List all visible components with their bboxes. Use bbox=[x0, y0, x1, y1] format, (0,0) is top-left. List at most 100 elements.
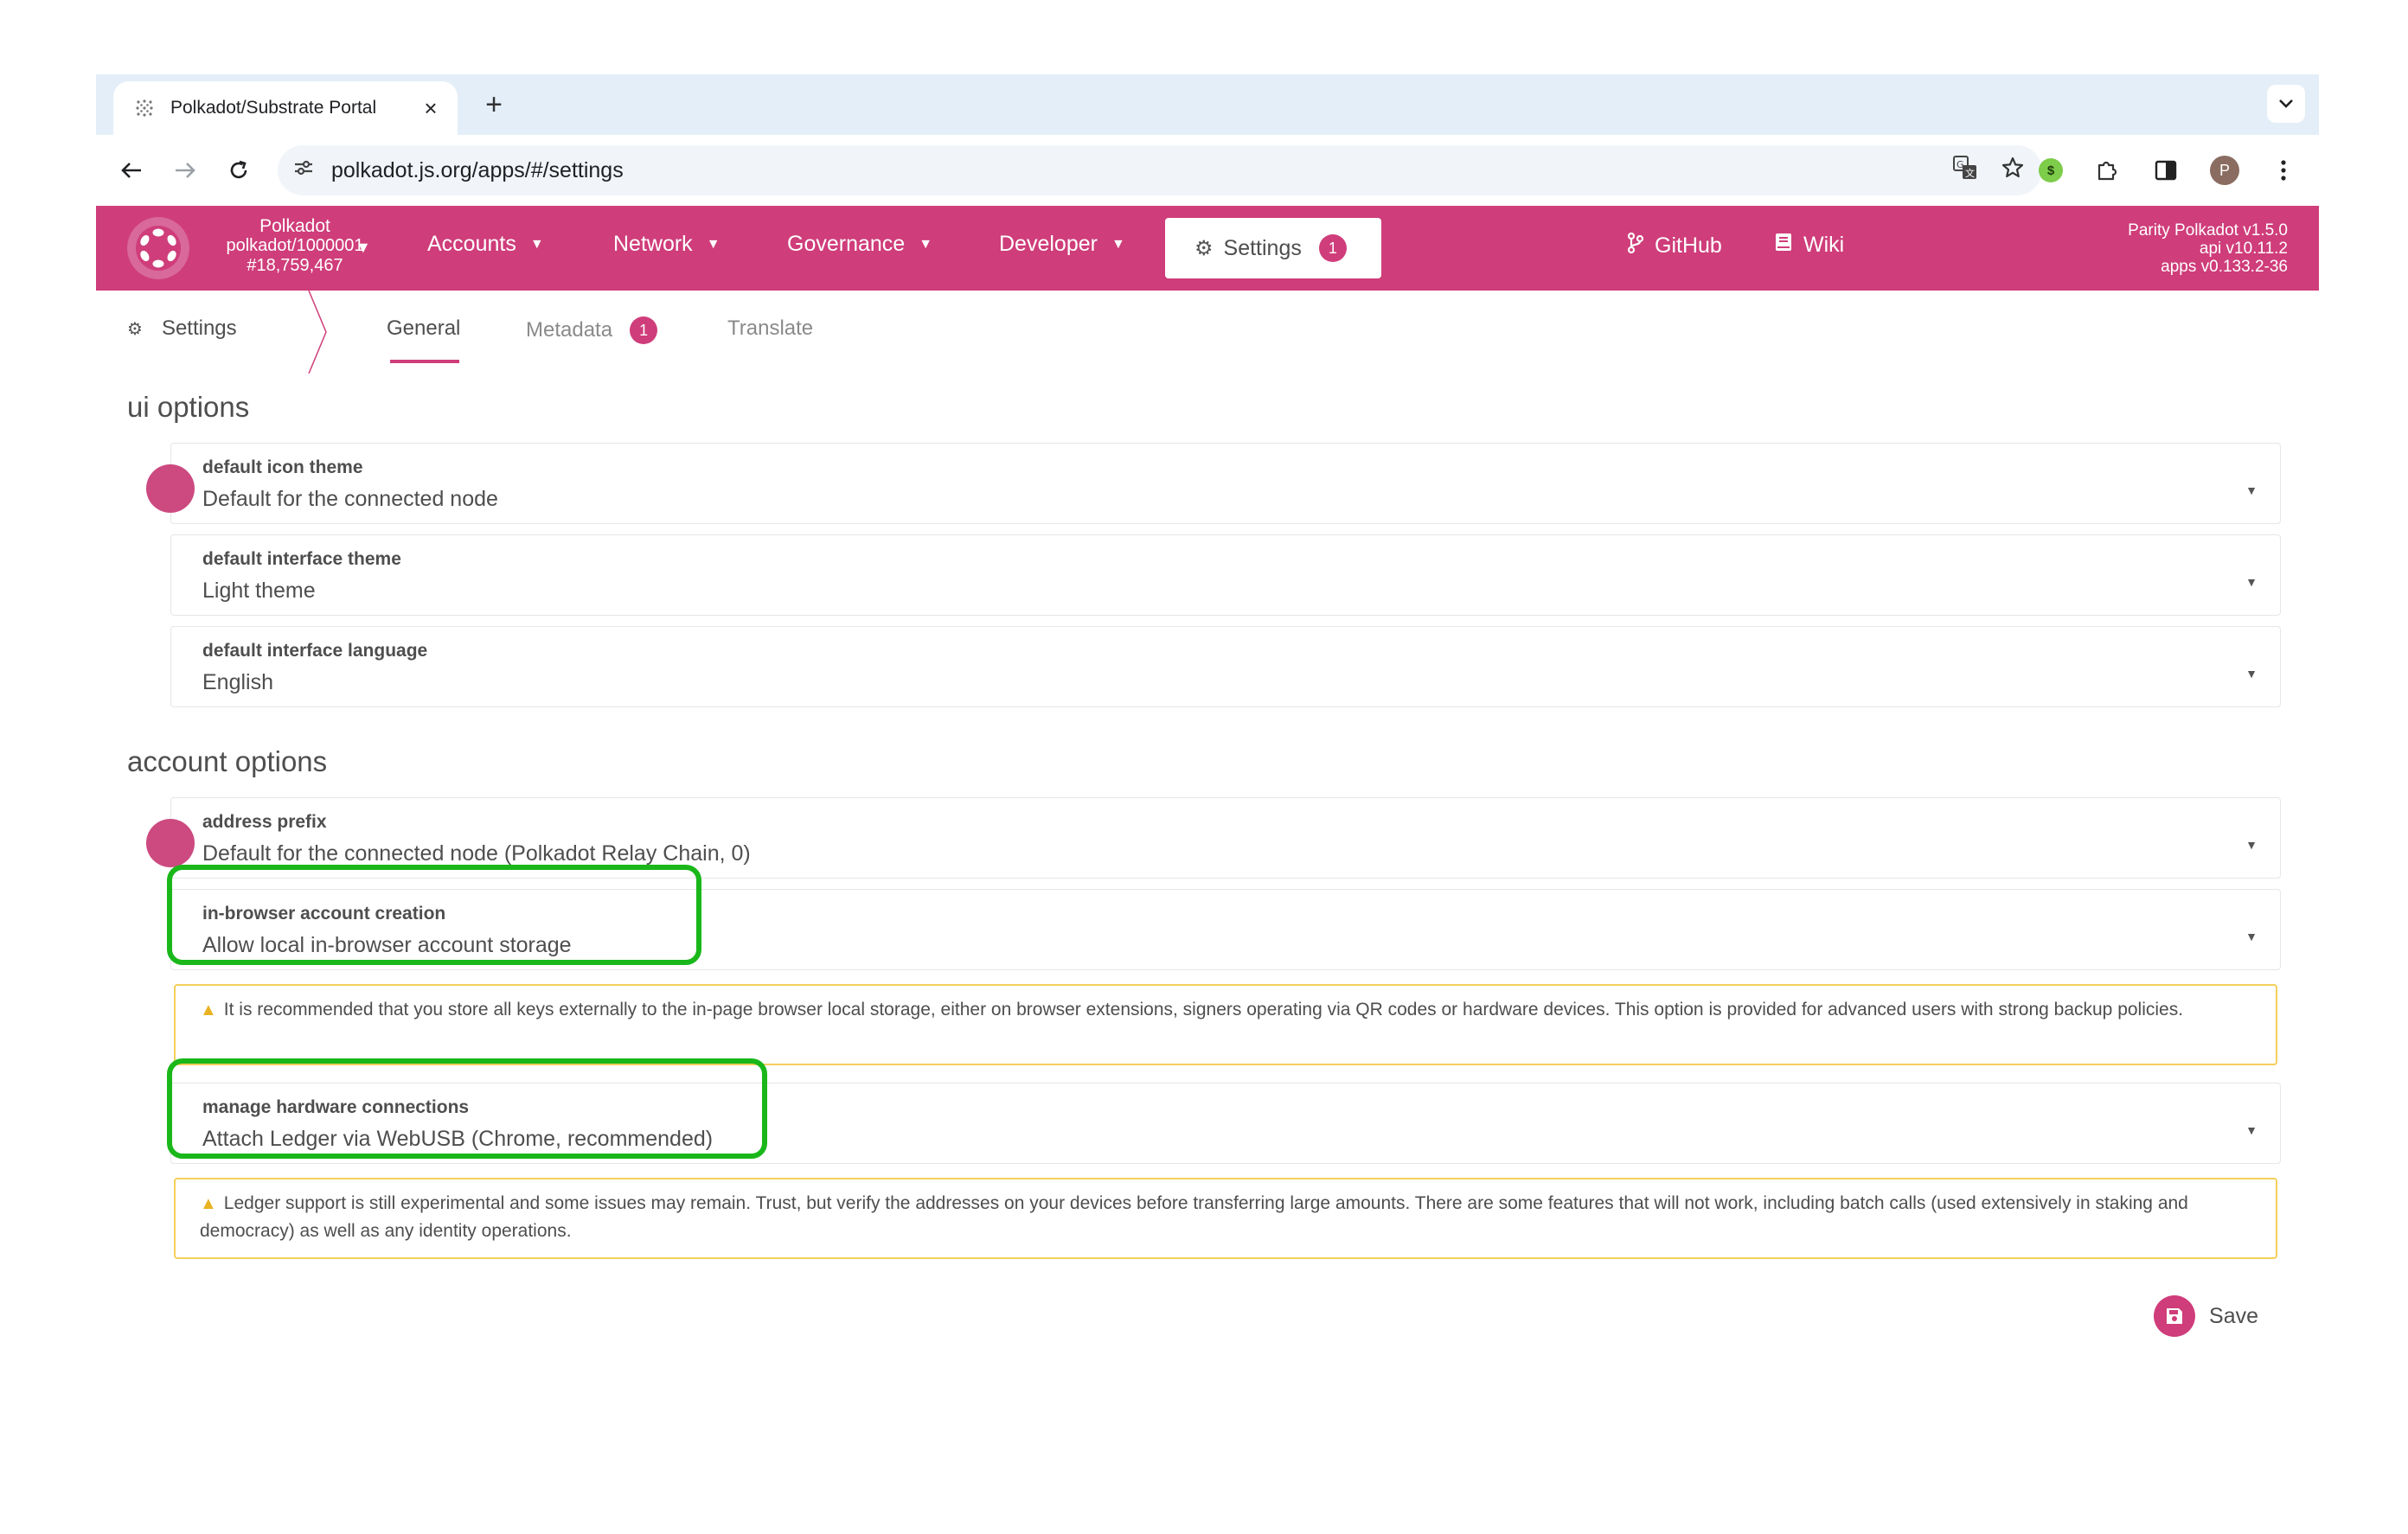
caret-down-icon: ▼ bbox=[2245, 667, 2258, 681]
warning-text: Ledger support is still experimental and… bbox=[200, 1193, 2188, 1241]
github-label: GitHub bbox=[1655, 233, 1722, 258]
tab-metadata-label: Metadata bbox=[526, 318, 613, 342]
extension-green-icon[interactable]: $ bbox=[2039, 158, 2063, 182]
app-header: Polkadot polkadot/1000001 #18,759,467 ▼ … bbox=[96, 206, 2319, 291]
book-icon bbox=[1774, 232, 1793, 259]
gears-icon: ⚙ bbox=[127, 319, 143, 339]
ledger-warning: ▲ Ledger support is still experimental an… bbox=[174, 1178, 2277, 1259]
account-options-title: account options bbox=[127, 745, 328, 777]
forward-arrow-icon[interactable] bbox=[167, 152, 203, 189]
version-info: Parity Polkadot v1.5.0 api v10.11.2 apps… bbox=[2128, 221, 2288, 276]
polkadot-logo-icon[interactable] bbox=[127, 217, 189, 279]
dropdown-label: address prefix bbox=[202, 812, 327, 832]
tab-translate-label: Translate bbox=[727, 316, 814, 340]
interface-language-dropdown[interactable]: default interface language English ▼ bbox=[170, 626, 2281, 707]
settings-badge: 1 bbox=[1318, 234, 1347, 262]
svg-text:G: G bbox=[1956, 159, 1964, 170]
menu-governance[interactable]: Governance ▼ bbox=[787, 232, 932, 257]
tab-title: Polkadot/Substrate Portal bbox=[170, 98, 377, 118]
caret-down-icon: ▼ bbox=[2245, 483, 2258, 497]
settings-content: ui options default icon theme Default fo… bbox=[96, 374, 2319, 1532]
caret-down-icon: ▼ bbox=[2245, 838, 2258, 852]
dropdown-value: Default for the connected node (Polkadot… bbox=[202, 841, 751, 866]
highlight-box bbox=[167, 865, 701, 965]
save-icon bbox=[2154, 1295, 2196, 1337]
caret-down-icon: ▼ bbox=[919, 236, 933, 252]
chain-caret-icon[interactable]: ▼ bbox=[355, 239, 371, 257]
url-text: polkadot.js.org/apps/#/settings bbox=[331, 157, 624, 182]
chain-name: Polkadot bbox=[259, 216, 330, 236]
dropdown-label: default icon theme bbox=[202, 457, 363, 477]
save-label: Save bbox=[2209, 1303, 2258, 1328]
menu-settings[interactable]: ⚙ Settings 1 bbox=[1165, 218, 1381, 278]
browser-window: Polkadot/Substrate Portal × + polkadot.j… bbox=[96, 74, 2319, 1337]
menu-accounts[interactable]: Accounts ▼ bbox=[427, 232, 544, 257]
github-link[interactable]: GitHub bbox=[1627, 232, 1722, 260]
menu-developer[interactable]: Developer ▼ bbox=[999, 232, 1125, 257]
menu-accounts-label: Accounts bbox=[427, 232, 516, 256]
save-button[interactable]: Save bbox=[2154, 1295, 2258, 1337]
menu-governance-label: Governance bbox=[787, 232, 906, 256]
address-bar[interactable]: polkadot.js.org/apps/#/settings G文 bbox=[278, 145, 2042, 195]
apps-version: apps v0.133.2-36 bbox=[2161, 258, 2288, 276]
breadcrumb-separator bbox=[308, 291, 327, 374]
caret-down-icon: ▼ bbox=[529, 236, 544, 252]
wiki-link[interactable]: Wiki bbox=[1774, 232, 1844, 259]
site-info-icon[interactable] bbox=[293, 159, 319, 182]
warning-icon: ▲ bbox=[200, 1000, 217, 1019]
svg-text:文: 文 bbox=[1965, 167, 1975, 179]
caret-down-icon: ▼ bbox=[2245, 930, 2258, 943]
menu-network-label: Network bbox=[613, 232, 693, 256]
tab-metadata[interactable]: Metadata 1 bbox=[526, 316, 658, 344]
dropdown-value: Light theme bbox=[202, 578, 316, 603]
address-prefix-preview-icon bbox=[146, 819, 195, 867]
metadata-badge: 1 bbox=[630, 316, 658, 344]
block-number: #18,759,467 bbox=[247, 256, 343, 275]
interface-theme-dropdown[interactable]: default interface theme Light theme ▼ bbox=[170, 534, 2281, 616]
node-version: Parity Polkadot v1.5.0 bbox=[2128, 221, 2288, 240]
tab-strip: Polkadot/Substrate Portal × + bbox=[96, 74, 2319, 135]
menu-developer-label: Developer bbox=[999, 232, 1098, 256]
tab-translate[interactable]: Translate bbox=[727, 316, 813, 341]
reload-icon[interactable] bbox=[221, 152, 257, 189]
caret-down-icon: ▼ bbox=[1111, 236, 1125, 252]
polkadot-favicon-icon bbox=[134, 98, 155, 118]
more-menu-icon[interactable] bbox=[2269, 156, 2298, 185]
tab-general-label: General bbox=[387, 316, 461, 340]
settings-subnav: ⚙ Settings General Metadata 1 Translate bbox=[96, 291, 2319, 374]
browser-toolbar: polkadot.js.org/apps/#/settings G文 $ P bbox=[96, 135, 2319, 206]
dropdown-value: English bbox=[202, 670, 273, 694]
back-arrow-icon[interactable] bbox=[113, 152, 150, 189]
translate-icon[interactable]: G文 bbox=[1952, 155, 1978, 187]
api-version: api v10.11.2 bbox=[2199, 240, 2288, 258]
code-branch-icon bbox=[1627, 232, 1644, 260]
close-tab-icon[interactable]: × bbox=[419, 95, 442, 122]
gears-icon: ⚙ bbox=[1194, 236, 1214, 260]
side-panel-icon[interactable] bbox=[2151, 156, 2181, 185]
active-tab-indicator bbox=[390, 360, 459, 363]
browser-tab[interactable]: Polkadot/Substrate Portal × bbox=[113, 81, 458, 135]
warning-text: It is recommended that you store all key… bbox=[223, 1000, 2184, 1019]
breadcrumb: ⚙ Settings bbox=[127, 316, 237, 341]
extensions-puzzle-icon[interactable] bbox=[2092, 156, 2122, 185]
menu-settings-label: Settings bbox=[1223, 235, 1302, 260]
dropdown-label: default interface language bbox=[202, 641, 428, 661]
profile-avatar[interactable]: P bbox=[2210, 156, 2239, 185]
warning-icon: ▲ bbox=[200, 1194, 217, 1213]
bookmark-star-icon[interactable] bbox=[2001, 156, 2025, 186]
wiki-label: Wiki bbox=[1803, 233, 1845, 257]
caret-down-icon: ▼ bbox=[706, 236, 720, 252]
tab-search-chevron-icon[interactable] bbox=[2267, 85, 2305, 123]
dropdown-label: default interface theme bbox=[202, 549, 401, 569]
ui-options-title: ui options bbox=[127, 391, 250, 423]
breadcrumb-label: Settings bbox=[161, 316, 237, 340]
caret-down-icon: ▼ bbox=[2245, 575, 2258, 589]
account-storage-warning: ▲ It is recommended that you store all ke… bbox=[174, 984, 2277, 1065]
tab-general[interactable]: General bbox=[387, 316, 460, 341]
dropdown-value: Default for the connected node bbox=[202, 487, 498, 511]
menu-network[interactable]: Network ▼ bbox=[613, 232, 720, 257]
icon-theme-preview-icon bbox=[146, 464, 195, 513]
new-tab-button[interactable]: + bbox=[477, 88, 511, 121]
highlight-box bbox=[167, 1058, 767, 1159]
icon-theme-dropdown[interactable]: default icon theme Default for the conne… bbox=[170, 443, 2281, 524]
